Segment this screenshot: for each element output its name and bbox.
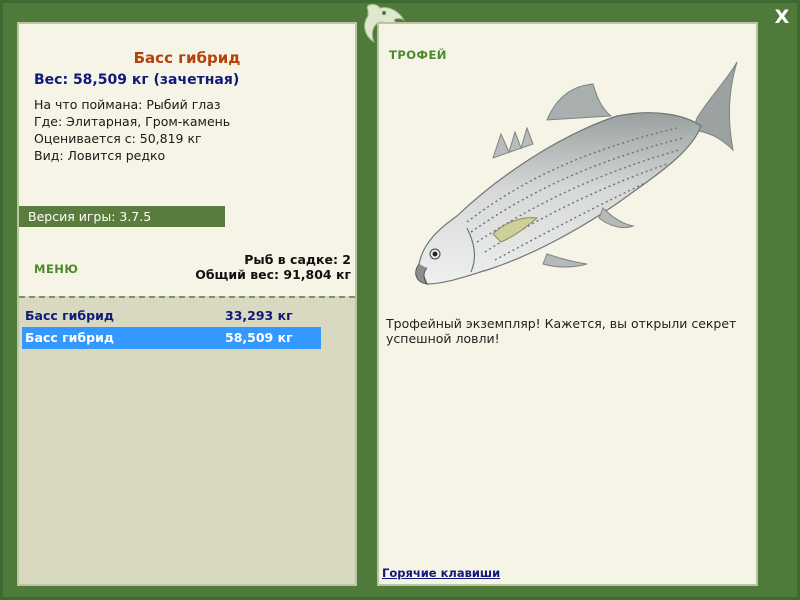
keepnet-total-weight: Общий вес: 91,804 кг <box>195 267 351 282</box>
catch-name: Басс гибрид <box>25 330 114 345</box>
version-bar: Версия игры: 3.7.5 <box>19 206 225 227</box>
divider <box>19 296 355 298</box>
catch-weight: 58,509 кг <box>225 330 293 345</box>
catch-list: Басс гибрид 33,293 кг Басс гибрид 58,509… <box>22 305 321 349</box>
catch-list-item-selected[interactable]: Басс гибрид 58,509 кг <box>22 327 321 349</box>
fish-image <box>397 58 747 290</box>
close-icon[interactable]: X <box>775 6 790 28</box>
fish-name: Басс гибрид <box>133 49 241 67</box>
trophy-description: Трофейный экземпляр! Кажется, вы открыли… <box>386 316 737 346</box>
close-button[interactable]: X <box>770 6 794 28</box>
fish-weight: Вес: 58,509 кг (зачетная) <box>34 72 240 88</box>
fish-info-panel: Басс гибрид Вес: 58,509 кг (зачетная) На… <box>17 22 357 586</box>
bait-info: На что поймана: Рыбий глаз <box>34 97 221 112</box>
keepnet-count: Рыб в садке: 2 <box>244 252 351 267</box>
fish-details: Басс гибрид Вес: 58,509 кг (зачетная) На… <box>19 24 355 296</box>
catch-list-item[interactable]: Басс гибрид 33,293 кг <box>22 305 321 327</box>
trophy-panel: ТРОФЕЙ Трофейный экземпляр! Кажется, вы … <box>377 22 758 586</box>
catch-weight: 33,293 кг <box>225 308 293 323</box>
menu-button[interactable]: МЕНЮ <box>34 262 78 276</box>
rarity-info: Вид: Ловится редко <box>34 148 166 163</box>
threshold-info: Оценивается с: 50,819 кг <box>34 131 202 146</box>
keepnet-stats: Рыб в садке: 2 Общий вес: 91,804 кг <box>195 252 351 282</box>
location-info: Где: Элитарная, Гром-камень <box>34 114 231 129</box>
hotkeys-link[interactable]: Горячие клавиши <box>382 566 500 580</box>
catch-name: Басс гибрид <box>25 308 114 323</box>
